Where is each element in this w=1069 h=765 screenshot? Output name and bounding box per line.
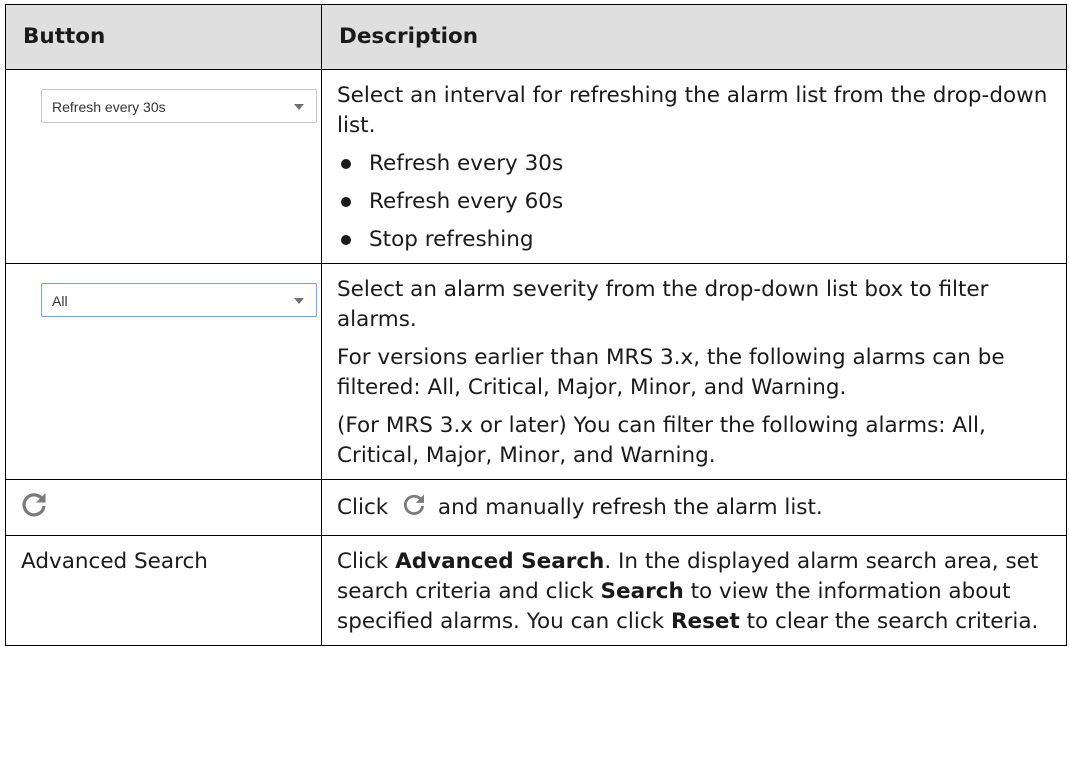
adv-bold-reset: Reset xyxy=(670,609,740,634)
table-row: Click and manually refresh the alarm lis… xyxy=(5,479,1067,536)
chevron-down-icon[interactable] xyxy=(294,298,304,304)
bullet-icon xyxy=(341,159,351,169)
refresh-icon xyxy=(401,492,427,518)
severity-cell: All xyxy=(5,263,322,480)
list-item: Refresh every 60s xyxy=(337,187,1052,217)
table-row: Advanced Search Click Advanced Search. I… xyxy=(5,535,1067,646)
refresh-cell xyxy=(5,479,322,536)
severity-text-3: (For MRS 3.x or later) You can filter th… xyxy=(337,413,986,468)
refresh-text-before: Click xyxy=(337,495,389,520)
adv-bold-search: Search xyxy=(600,579,684,604)
severity-description: Select an alarm severity from the drop-d… xyxy=(321,263,1067,480)
refresh-text-after: and manually refresh the alarm list. xyxy=(437,495,823,520)
chevron-down-icon[interactable] xyxy=(294,104,304,110)
table-header-row: Button Description xyxy=(5,4,1067,70)
adv-text-4: to clear the search criteria. xyxy=(739,609,1039,634)
advanced-search-cell: Advanced Search xyxy=(5,535,322,646)
refresh-interval-value: Refresh every 30s xyxy=(52,99,166,115)
severity-value: All xyxy=(52,293,68,309)
refresh-icon[interactable] xyxy=(19,490,49,520)
bullet-icon xyxy=(341,197,351,207)
refresh-interval-cell: Refresh every 30s xyxy=(5,69,322,264)
list-item-label: Stop refreshing xyxy=(369,227,534,252)
refresh-interval-select[interactable]: Refresh every 30s xyxy=(41,89,317,123)
severity-text-1: Select an alarm severity from the drop-d… xyxy=(337,277,989,332)
table-row: Refresh every 30s Select an interval for… xyxy=(5,69,1067,264)
button-description-table: Button Description Refresh every 30s Sel… xyxy=(5,4,1067,646)
header-description: Description xyxy=(321,4,1067,70)
refresh-interval-description: Select an interval for refreshing the al… xyxy=(321,69,1067,264)
refresh-interval-text: Select an interval for refreshing the al… xyxy=(337,83,1048,138)
adv-text-1: Click xyxy=(337,549,396,574)
bullet-icon xyxy=(341,235,351,245)
refresh-description: Click and manually refresh the alarm lis… xyxy=(321,479,1067,536)
header-button: Button xyxy=(5,4,322,70)
advanced-search-button[interactable]: Advanced Search xyxy=(21,549,208,574)
table-row: All Select an alarm severity from the dr… xyxy=(5,263,1067,480)
refresh-options-list: Refresh every 30s Refresh every 60s Stop… xyxy=(337,149,1052,255)
adv-bold-advanced-search: Advanced Search xyxy=(395,549,605,574)
severity-text-2: For versions earlier than MRS 3.x, the f… xyxy=(337,345,1005,400)
list-item-label: Refresh every 30s xyxy=(369,151,564,176)
advanced-search-description: Click Advanced Search. In the displayed … xyxy=(321,535,1067,646)
list-item: Stop refreshing xyxy=(337,225,1052,255)
list-item: Refresh every 30s xyxy=(337,149,1052,179)
severity-select[interactable]: All xyxy=(41,283,317,317)
list-item-label: Refresh every 60s xyxy=(369,189,564,214)
